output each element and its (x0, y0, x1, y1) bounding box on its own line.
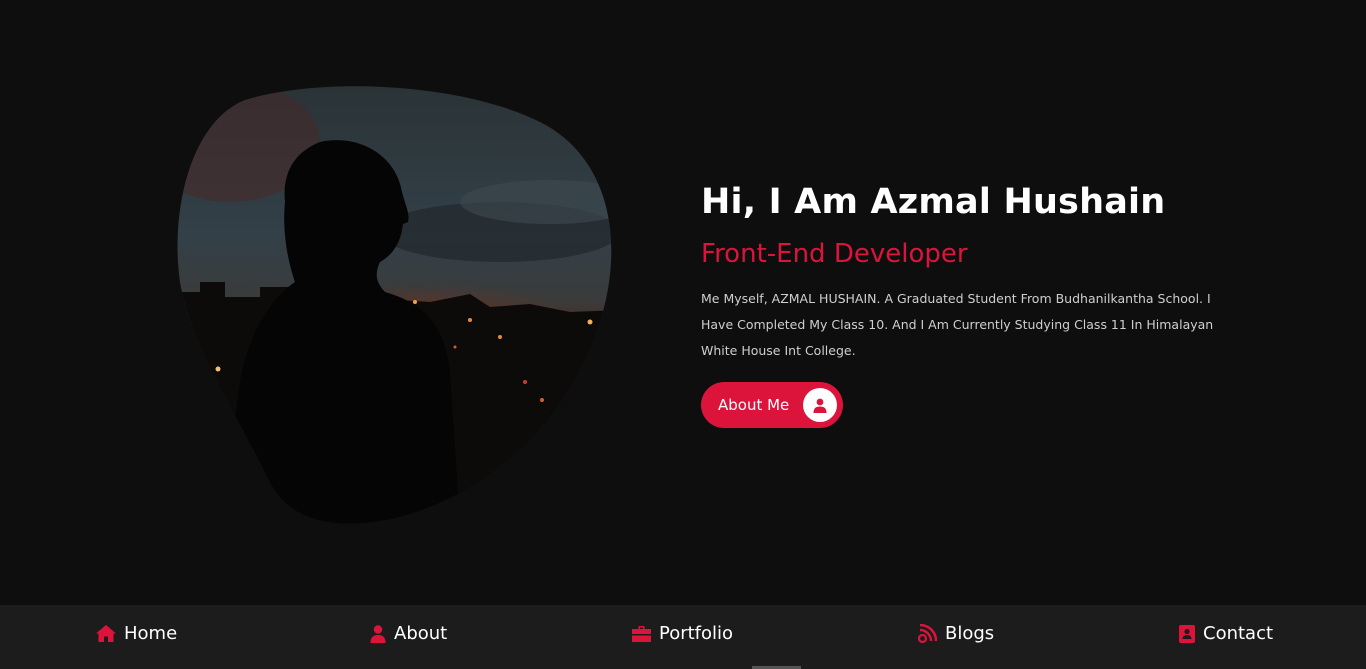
hero-bio: Me Myself, AZMAL HUSHAIN. A Graduated St… (701, 291, 1214, 358)
intro-section: Hi, I Am Azmal Hushain Front-End Develop… (701, 178, 1221, 428)
page: Hi, I Am Azmal Hushain Front-End Develop… (0, 0, 1366, 669)
briefcase-icon (632, 625, 651, 642)
nav-item-label: Portfolio (659, 623, 734, 644)
nav-item-portfolio[interactable]: Portfolio (632, 623, 733, 644)
about-me-button[interactable]: About Me (701, 382, 843, 428)
contact-book-icon (1179, 624, 1195, 643)
nav-item-home[interactable]: Home (96, 623, 177, 644)
blog-icon (918, 624, 937, 643)
about-me-button-label: About Me (718, 396, 790, 414)
nav-item-about[interactable]: About (370, 623, 447, 644)
hero-heading: Hi, I Am Azmal Hushain (701, 182, 1166, 222)
nav-item-label: Home (124, 623, 178, 644)
profile-photo (170, 82, 620, 524)
user-icon (370, 624, 386, 643)
home-icon (96, 625, 116, 642)
nav-item-label: Blogs (945, 623, 995, 644)
nav-item-label: About (394, 623, 448, 644)
bottom-nav: Home About Portfolio Blogs Contact (0, 605, 1366, 669)
nav-item-label: Contact (1203, 623, 1274, 644)
nav-item-blogs[interactable]: Blogs (918, 623, 994, 644)
hero-role: Front-End Developer (701, 239, 968, 269)
nav-item-contact[interactable]: Contact (1179, 623, 1273, 644)
user-icon (803, 388, 837, 422)
